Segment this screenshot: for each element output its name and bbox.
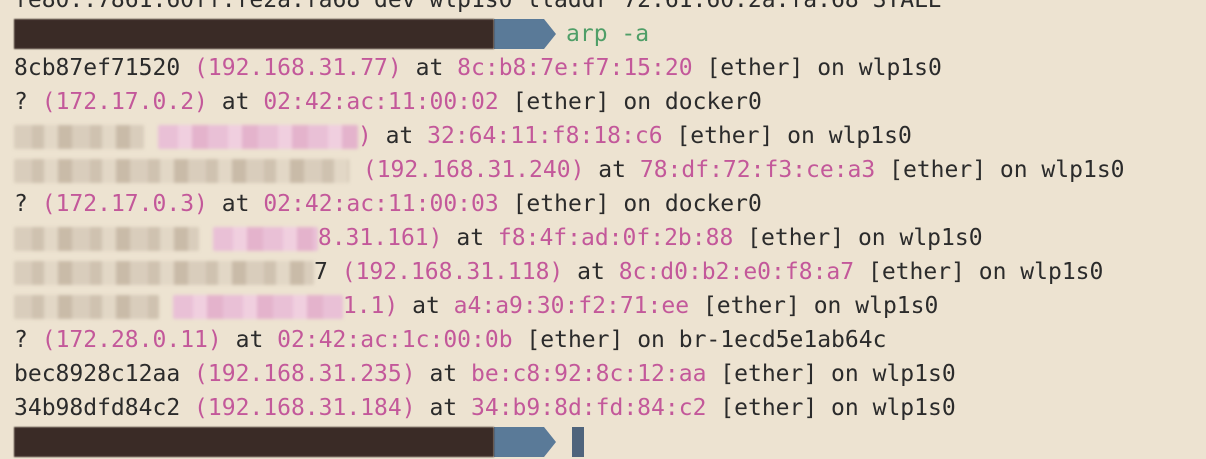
- arp-entry: 34b98dfd84c2 (192.168.31.184) at 34:b9:8…: [14, 395, 956, 421]
- prompt-arrow-icon: [544, 19, 556, 49]
- redacted-hostname: [14, 260, 314, 285]
- arp-entry: bec8928c12aa (192.168.31.235) at be:c8:9…: [14, 361, 956, 387]
- redacted-ip: [172, 294, 343, 319]
- redacted-hostname: [14, 124, 144, 149]
- arp-entry: ? (172.28.0.11) at 02:42:ac:1c:00:0b [et…: [14, 327, 887, 353]
- redacted-ip: [212, 226, 318, 251]
- arp-entry: ? (172.17.0.2) at 02:42:ac:11:00:02 [eth…: [14, 89, 762, 115]
- prompt-path-segment: [494, 427, 544, 457]
- arp-entry: 1.1) at a4:a9:30:f2:71:ee [ether] on wlp…: [14, 289, 1204, 323]
- arp-entry: (192.168.31.240) at 78:df:72:f3:ce:a3 [e…: [14, 153, 1204, 187]
- typed-command: arp -a: [566, 21, 650, 47]
- prompt-path-segment: [494, 19, 544, 49]
- prompt-arrow-icon: [544, 427, 556, 457]
- terminal-window[interactable]: fe80::7861:60ff:fe2a:fa68 dev wlp1s0 lla…: [14, 0, 1204, 459]
- shell-prompt: arp -a: [14, 17, 1204, 51]
- arp-entry: 7 (192.168.31.118) at 8c:d0:b2:e0:f8:a7 …: [14, 255, 1204, 289]
- text-cursor[interactable]: [572, 427, 584, 457]
- previous-output-line: fe80::7861:60ff:fe2a:fa68 dev wlp1s0 lla…: [14, 0, 942, 13]
- redacted-hostname: [14, 294, 159, 319]
- arp-entry: 8cb87ef71520 (192.168.31.77) at 8c:b8:7e…: [14, 55, 942, 81]
- redacted-hostname: [14, 226, 199, 251]
- arp-entry: ? (172.17.0.3) at 02:42:ac:11:00:03 [eth…: [14, 191, 762, 217]
- arp-entry: 8.31.161) at f8:4f:ad:0f:2b:88 [ether] o…: [14, 221, 1204, 255]
- arp-entry: ) at 32:64:11:f8:18:c6 [ether] on wlp1s0: [14, 119, 1204, 153]
- prompt-user-segment: [14, 427, 494, 457]
- prompt-user-segment: [14, 19, 494, 49]
- redacted-ip: [157, 124, 358, 149]
- redacted-hostname: [14, 158, 349, 183]
